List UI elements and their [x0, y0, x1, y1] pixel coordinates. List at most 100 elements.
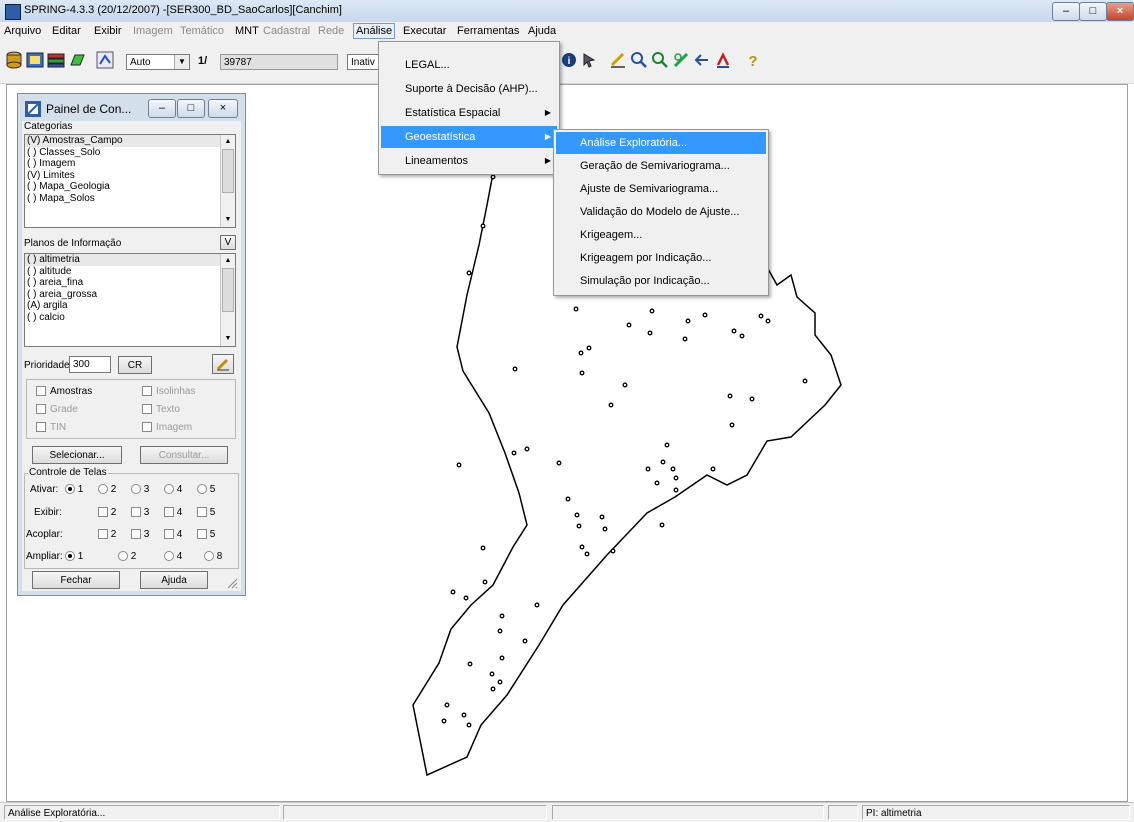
exibir-check-2[interactable]: 2 [98, 507, 116, 518]
project-icon[interactable] [26, 51, 44, 69]
draw-icon[interactable] [96, 51, 114, 69]
menu-item-simulacao-indicacao[interactable]: Simulação por Indicação... [556, 270, 766, 292]
list-item[interactable]: ( ) areia_grossa [25, 289, 235, 301]
panel-restore-icon[interactable]: □ [177, 99, 205, 118]
categories-scrollbar[interactable]: ▲ ▼ [220, 135, 235, 227]
ampliar-radio-1[interactable]: 1 [65, 551, 83, 562]
ativar-radio-3[interactable]: 3 [131, 484, 149, 495]
tin-checkbox[interactable]: TIN [36, 422, 66, 433]
menu-rede[interactable]: Rede [318, 25, 344, 37]
menu-item-lineamentos[interactable]: Lineamentos ▶ [381, 150, 557, 172]
mode-combo[interactable]: Auto ▼ [126, 54, 190, 70]
query-button[interactable]: Consultar... [140, 446, 228, 464]
scale-field[interactable]: 39787 [220, 54, 338, 70]
ativar-radio-5[interactable]: 5 [197, 484, 215, 495]
list-item[interactable]: ( ) Classes_Solo [25, 147, 235, 159]
menu-cadastral[interactable]: Cadastral [263, 25, 310, 37]
list-item[interactable]: (V) Amostras_Campo [25, 135, 235, 147]
minimize-icon[interactable]: – [1052, 2, 1080, 21]
color-edit-button[interactable] [212, 354, 234, 374]
ampliar-radio-8[interactable]: 8 [204, 551, 222, 562]
scroll-up-icon[interactable]: ▲ [222, 136, 234, 148]
exibir-check-4[interactable]: 4 [164, 507, 182, 518]
menu-exibir[interactable]: Exibir [94, 25, 122, 37]
acoplar-check-4[interactable]: 4 [164, 529, 182, 540]
exibir-check-3[interactable]: 3 [131, 507, 149, 518]
help-icon[interactable]: ? [744, 51, 762, 69]
menu-item-analise-exploratoria[interactable]: Análise Exploratória... [556, 132, 766, 154]
maximize-icon[interactable]: □ [1079, 2, 1107, 21]
close-button[interactable]: Fechar [32, 571, 120, 589]
panel-minimize-icon[interactable]: – [148, 99, 176, 118]
resize-grip-icon[interactable] [226, 577, 238, 589]
ativar-radio-1[interactable]: 1 [65, 484, 83, 495]
list-item[interactable]: ( ) Mapa_Solos [25, 193, 235, 205]
menu-item-geracao-semivariograma[interactable]: Geração de Semivariograma... [556, 155, 766, 177]
menu-executar[interactable]: Executar [403, 25, 446, 37]
acoplar-check-3[interactable]: 3 [131, 529, 149, 540]
ampliar-radio-4[interactable]: 4 [164, 551, 182, 562]
menu-item-estatistica-espacial[interactable]: Estatística Espacial ▶ [381, 102, 557, 124]
acoplar-check-5[interactable]: 5 [197, 529, 215, 540]
isolinhas-checkbox[interactable]: Isolinhas [142, 386, 195, 397]
database-icon[interactable] [5, 51, 23, 69]
menu-imagem[interactable]: Imagem [133, 25, 173, 37]
scroll-down-icon[interactable]: ▼ [222, 333, 234, 345]
cursor-icon[interactable] [580, 51, 598, 69]
list-item[interactable]: ( ) Imagem [25, 158, 235, 170]
acoplar-check-2[interactable]: 2 [98, 529, 116, 540]
list-item[interactable]: (V) Limites [25, 170, 235, 182]
inactive-field[interactable]: Inativ [347, 54, 381, 70]
close-icon[interactable]: × [1106, 2, 1134, 21]
menu-tematico[interactable]: Temático [180, 25, 224, 37]
zoom-out-icon[interactable] [651, 51, 669, 69]
help-button[interactable]: Ajuda [140, 571, 208, 589]
polygon-icon[interactable] [68, 51, 86, 69]
list-item[interactable]: ( ) calcio [25, 312, 235, 324]
redraw-icon[interactable] [714, 51, 732, 69]
cr-button[interactable]: CR [118, 356, 152, 374]
info-icon[interactable]: i [560, 51, 578, 69]
pan-icon[interactable] [693, 51, 711, 69]
planes-v-button[interactable]: V [220, 235, 236, 250]
planes-list[interactable]: ( ) altimetria ( ) altitude ( ) areia_fi… [24, 253, 236, 347]
menu-arquivo[interactable]: Arquivo [4, 25, 41, 37]
amostras-checkbox[interactable]: Amostras [36, 386, 92, 397]
ativar-radio-2[interactable]: 2 [98, 484, 116, 495]
menu-item-geoestatistica[interactable]: Geoestatística ▶ [381, 126, 557, 148]
list-item[interactable]: ( ) areia_fina [25, 277, 235, 289]
menu-item-ahp[interactable]: Suporte à Decisão (AHP)... [381, 78, 557, 100]
ativar-radio-4[interactable]: 4 [164, 484, 182, 495]
select-button[interactable]: Selecionar... [32, 446, 122, 464]
menu-item-krigeagem-indicacao[interactable]: Krigeagem por Indicação... [556, 247, 766, 269]
layers-icon[interactable] [47, 51, 65, 69]
list-item[interactable]: ( ) Mapa_Geologia [25, 181, 235, 193]
menu-item-validacao-modelo[interactable]: Validação do Modelo de Ajuste... [556, 201, 766, 223]
ampliar-radio-2[interactable]: 2 [118, 551, 136, 562]
menu-item-legal[interactable]: LEGAL... [381, 54, 557, 76]
menu-item-krigeagem[interactable]: Krigeagem... [556, 224, 766, 246]
list-item[interactable]: ( ) altimetria [25, 254, 235, 266]
planes-scrollbar[interactable]: ▲ ▼ [220, 254, 235, 346]
panel-title-bar[interactable]: Painel de Con... – □ × [22, 98, 241, 118]
menu-ajuda[interactable]: Ajuda [528, 25, 556, 37]
zoom-in-icon[interactable] [630, 51, 648, 69]
texto-checkbox[interactable]: Texto [142, 404, 180, 415]
grade-checkbox[interactable]: Grade [36, 404, 78, 415]
edit-line-icon[interactable] [609, 51, 627, 69]
scroll-thumb[interactable] [222, 268, 234, 312]
menu-editar[interactable]: Editar [52, 25, 81, 37]
menu-mnt[interactable]: MNT [235, 25, 259, 37]
scroll-thumb[interactable] [222, 149, 234, 193]
scroll-down-icon[interactable]: ▼ [222, 214, 234, 226]
zoom-area-icon[interactable] [672, 51, 690, 69]
list-item[interactable]: (A) argila [25, 300, 235, 312]
menu-ferramentas[interactable]: Ferramentas [457, 25, 519, 37]
menu-item-ajuste-semivariograma[interactable]: Ajuste de Semivariograma... [556, 178, 766, 200]
imagem-checkbox[interactable]: Imagem [142, 422, 192, 433]
panel-close-icon[interactable]: × [208, 99, 238, 118]
menu-analise[interactable]: Análise [353, 23, 396, 39]
scroll-up-icon[interactable]: ▲ [222, 255, 234, 267]
exibir-check-5[interactable]: 5 [197, 507, 215, 518]
list-item[interactable]: ( ) altitude [25, 266, 235, 278]
